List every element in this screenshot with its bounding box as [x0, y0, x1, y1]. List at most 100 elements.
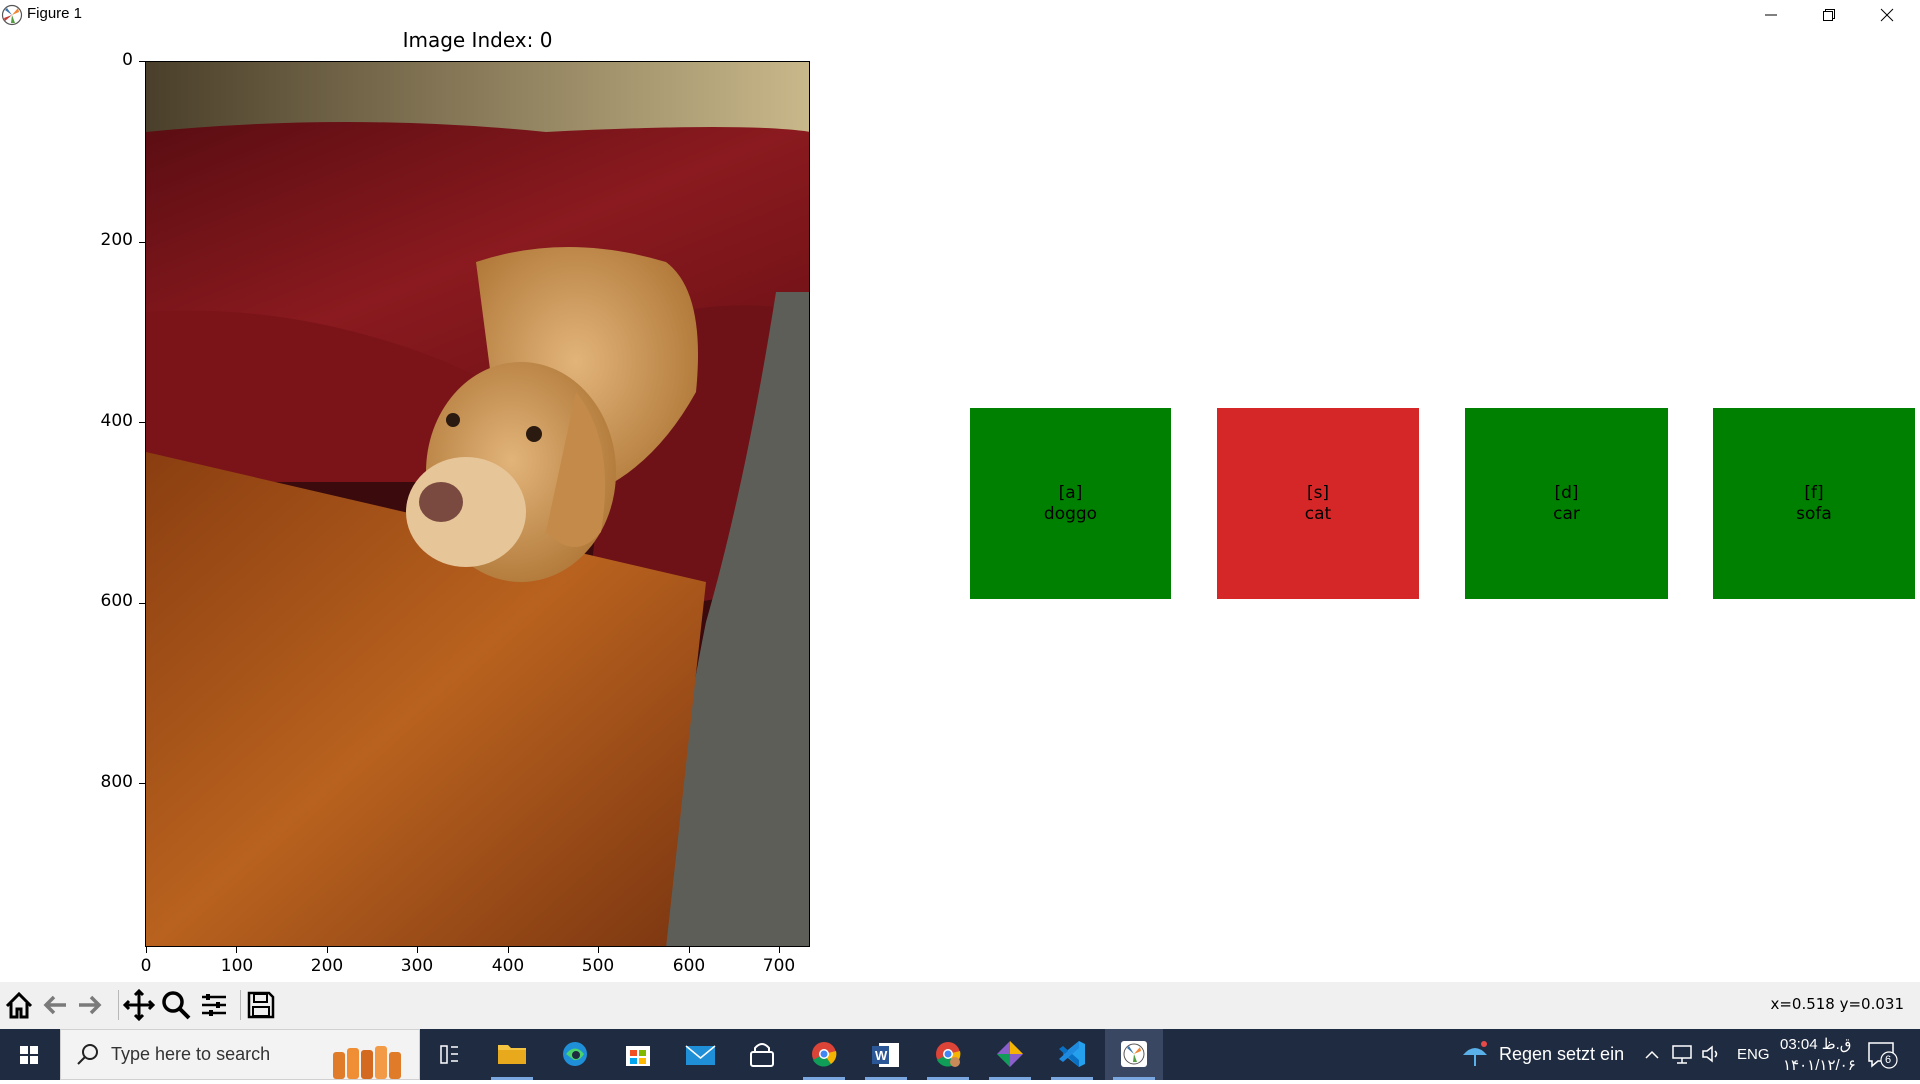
y-tick-mark: [139, 603, 145, 604]
chevron-up-icon[interactable]: [1642, 1045, 1662, 1065]
y-tick-label: 400: [100, 411, 133, 431]
volume-icon[interactable]: [1700, 1043, 1722, 1065]
choice-button-doggo[interactable]: [a] doggo: [970, 408, 1171, 599]
clock-date[interactable]: ۱۴۰۱/۱۲/۰۶: [1783, 1056, 1856, 1074]
taskbar-file-explorer[interactable]: [483, 1029, 541, 1080]
forward-button[interactable]: [73, 988, 107, 1022]
word-icon: W: [872, 1043, 899, 1067]
taskbar-security[interactable]: [733, 1029, 791, 1080]
restore-button[interactable]: [1800, 0, 1858, 30]
choice-label: car: [1553, 503, 1580, 524]
diamond-app-icon: [997, 1041, 1023, 1067]
taskbar-word[interactable]: W: [857, 1029, 915, 1080]
back-arrow-icon: [43, 995, 66, 1015]
x-tick-mark: [508, 947, 509, 953]
chrome-icon: [812, 1042, 837, 1067]
taskbar-edge[interactable]: [546, 1029, 604, 1080]
x-tick-label: 400: [491, 956, 525, 976]
minimize-icon: [1765, 14, 1777, 16]
home-icon: [5, 991, 33, 1019]
folder-icon: [498, 1045, 526, 1064]
restore-icon: [1823, 9, 1835, 21]
x-tick-label: 700: [762, 956, 796, 976]
taskbar-matplotlib-figure[interactable]: [1105, 1029, 1163, 1080]
close-icon: [1880, 8, 1894, 22]
chrome-icon: [936, 1042, 961, 1067]
x-tick-mark: [779, 947, 780, 953]
choice-button-sofa[interactable]: [f] sofa: [1713, 408, 1915, 599]
home-button[interactable]: [2, 988, 36, 1022]
choice-key: [d]: [1554, 482, 1579, 503]
back-button[interactable]: [38, 988, 72, 1022]
start-button[interactable]: [0, 1029, 60, 1080]
y-tick-label: 200: [100, 230, 133, 250]
taskbar-vscode[interactable]: [1043, 1029, 1101, 1080]
language-indicator[interactable]: ENG: [1737, 1046, 1770, 1063]
x-tick-label: 0: [140, 956, 152, 976]
dog-on-sofa-image: [146, 62, 809, 946]
taskbar-mail[interactable]: [671, 1029, 729, 1080]
x-tick-label: 100: [220, 956, 254, 976]
svg-text:W: W: [875, 1048, 888, 1063]
toolbar-separator: [118, 990, 119, 1020]
x-tick-mark: [598, 947, 599, 953]
task-view-icon: [440, 1045, 458, 1064]
search-placeholder: Type here to search: [111, 1044, 271, 1064]
x-tick-mark: [236, 947, 237, 953]
x-tick-mark: [689, 947, 690, 953]
taskbar-chrome[interactable]: [795, 1029, 853, 1080]
x-tick-mark: [146, 947, 147, 953]
y-tick-label: 600: [100, 591, 133, 611]
figure-title: Image Index: 0: [402, 28, 553, 52]
search-highlight-bottles-icon: [333, 1046, 401, 1079]
choice-label: sofa: [1796, 503, 1832, 524]
mail-icon: [685, 1045, 716, 1065]
notification-icon: [1868, 1042, 1898, 1069]
y-tick-mark: [139, 242, 145, 243]
matplotlib-icon: [1, 4, 23, 26]
y-tick-mark: [139, 422, 145, 423]
matplotlib-icon: [1121, 1041, 1147, 1067]
taskbar-store[interactable]: [609, 1029, 667, 1080]
pan-button[interactable]: [122, 988, 156, 1022]
x-tick-mark: [327, 947, 328, 953]
choice-button-cat[interactable]: [s] cat: [1217, 408, 1419, 599]
title-bar: Figure 1: [0, 0, 1920, 30]
choice-button-car[interactable]: [d] car: [1465, 408, 1668, 599]
cursor-coordinates: x=0.518 y=0.031: [1770, 995, 1904, 1013]
y-tick-label: 800: [100, 772, 133, 792]
pan-icon: [122, 988, 156, 1022]
search-icon: [77, 1044, 98, 1065]
zoom-button[interactable]: [159, 988, 193, 1022]
rain-umbrella-icon[interactable]: [1458, 1037, 1492, 1071]
network-icon[interactable]: [1670, 1043, 1694, 1065]
close-button[interactable]: [1858, 0, 1916, 30]
x-tick-mark: [417, 947, 418, 953]
forward-arrow-icon: [79, 995, 102, 1015]
edge-browser-icon: [563, 1042, 587, 1066]
toolbar-separator: [240, 990, 241, 1020]
y-tick-mark: [139, 783, 145, 784]
choice-label: doggo: [1043, 503, 1098, 524]
save-button[interactable]: [244, 988, 278, 1022]
taskbar-chrome-profile[interactable]: [919, 1029, 977, 1080]
taskbar-git-app[interactable]: [981, 1029, 1039, 1080]
choice-label: cat: [1304, 503, 1332, 524]
notification-count: 6: [1885, 1054, 1892, 1066]
weather-text[interactable]: Regen setzt ein: [1499, 1044, 1624, 1065]
vscode-icon: [1059, 1041, 1085, 1067]
subplots-config-icon: [202, 994, 226, 1016]
taskbar-search-box[interactable]: Type here to search: [60, 1029, 420, 1080]
y-tick-mark: [139, 61, 145, 62]
task-view-button[interactable]: [420, 1029, 478, 1080]
store-icon: [626, 1046, 650, 1066]
minimize-button[interactable]: [1742, 0, 1800, 30]
x-tick-label: 300: [400, 956, 434, 976]
clock-time[interactable]: 03:04 ق.ظ: [1780, 1035, 1851, 1053]
action-center-button[interactable]: 6: [1864, 1037, 1904, 1071]
image-axes[interactable]: [145, 61, 810, 947]
subplots-button[interactable]: [197, 988, 231, 1022]
save-icon: [247, 991, 275, 1019]
choice-key: [f]: [1804, 482, 1824, 503]
x-tick-label: 500: [581, 956, 615, 976]
